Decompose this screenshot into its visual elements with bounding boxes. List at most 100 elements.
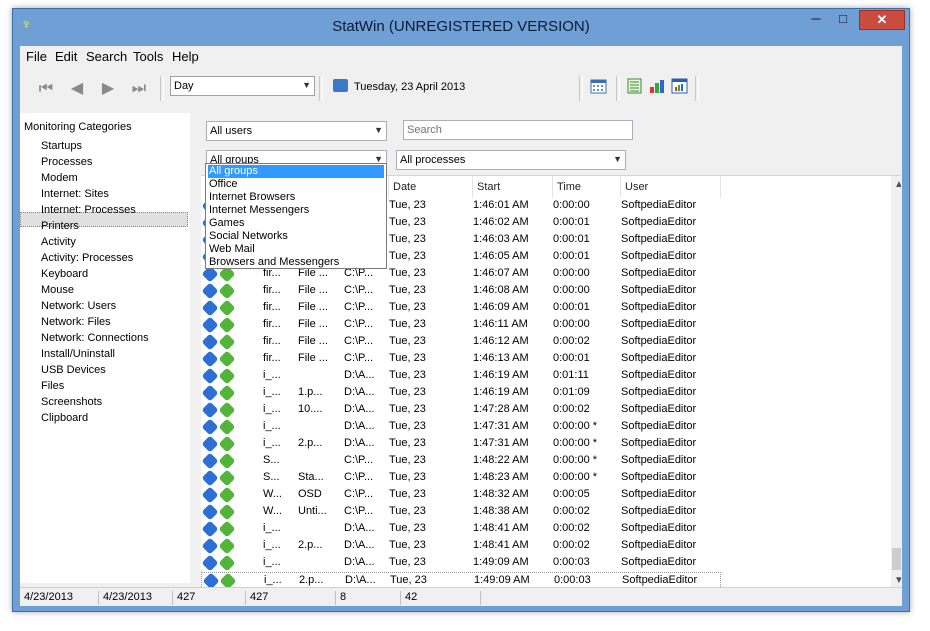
- chevron-down-icon: ▼: [302, 80, 311, 90]
- table-cell: SoftpediaEditor: [621, 437, 697, 449]
- table-cell: SoftpediaEditor: [621, 403, 697, 415]
- table-cell: Tue, 23: [389, 352, 426, 364]
- tree-item[interactable]: Internet: Processes: [41, 204, 136, 216]
- column-header-date[interactable]: Date: [389, 176, 473, 198]
- close-button[interactable]: ✕: [859, 10, 905, 30]
- table-cell: 1:46:03 AM: [473, 233, 529, 245]
- group-option[interactable]: Internet Messengers: [208, 204, 384, 217]
- table-cell: 0:00:00 *: [553, 420, 598, 432]
- column-header-start[interactable]: Start: [473, 176, 553, 198]
- tree-item[interactable]: Internet: Sites: [41, 188, 109, 200]
- group-option[interactable]: Web Mail: [208, 243, 384, 256]
- table-cell: 1:48:32 AM: [473, 488, 529, 500]
- table-cell: fir...: [263, 335, 281, 347]
- table-row[interactable]: fir... File ... C:\P... Tue, 23 1:46:13 AM 0:…: [201, 350, 891, 368]
- process-tag-icon: [201, 469, 219, 487]
- tree-item[interactable]: Activity: Processes: [41, 252, 133, 264]
- column-header-time[interactable]: Time: [553, 176, 621, 198]
- tree-item[interactable]: Mouse: [41, 284, 74, 296]
- menu-edit[interactable]: Edit: [55, 49, 77, 64]
- tree-item[interactable]: Network: Users: [41, 300, 116, 312]
- tree-item[interactable]: Modem: [41, 172, 78, 184]
- table-cell: 0:00:01: [553, 352, 590, 364]
- table-row[interactable]: S... Sta... C:\P... Tue, 23 1:48:23 AM 0:00:0…: [201, 469, 891, 487]
- table-cell: 1:47:31 AM: [473, 420, 529, 432]
- tree-item[interactable]: Install/Uninstall: [41, 348, 115, 360]
- calendar-icon[interactable]: [590, 78, 607, 94]
- tree-item[interactable]: Keyboard: [41, 268, 88, 280]
- group-option[interactable]: Games: [208, 217, 384, 230]
- groups-dropdown-list: All groups Office Internet Browsers Interne…: [205, 163, 387, 269]
- process-tag-icon: [201, 554, 219, 572]
- processes-filter-select[interactable]: All processes ▼: [396, 150, 626, 170]
- chart-window-icon[interactable]: [671, 78, 688, 94]
- table-row[interactable]: i_... 10.... D:\A... Tue, 23 1:47:28 AM 0:00:…: [201, 401, 891, 419]
- list-view-icon[interactable]: [626, 78, 643, 94]
- table-row[interactable]: fir... File ... C:\P... Tue, 23 1:46:08 AM 0:…: [201, 282, 891, 300]
- forward-icon[interactable]: ▶: [98, 79, 118, 99]
- minimize-button[interactable]: ─: [803, 10, 829, 30]
- menu-tools[interactable]: Tools: [133, 49, 163, 64]
- maximize-button[interactable]: □: [830, 10, 856, 30]
- table-cell: 1:47:28 AM: [473, 403, 529, 415]
- table-cell: Tue, 23: [389, 267, 426, 279]
- table-cell: 0:00:01: [553, 301, 590, 313]
- tree-item[interactable]: Network: Connections: [41, 332, 149, 344]
- group-option[interactable]: All groups: [208, 165, 384, 178]
- tree-item[interactable]: Screenshots: [41, 396, 102, 408]
- table-cell: SoftpediaEditor: [621, 335, 697, 347]
- table-cell: 2.p...: [299, 574, 324, 586]
- status-date-to: 4/23/2013: [99, 591, 173, 605]
- table-cell: File ...: [298, 301, 328, 313]
- scroll-down-icon[interactable]: ▼: [893, 575, 901, 587]
- scroll-up-icon[interactable]: ▲: [893, 179, 901, 191]
- tree-root-label[interactable]: Monitoring Categories: [24, 121, 132, 133]
- tree-item[interactable]: USB Devices: [41, 364, 106, 376]
- column-header-user[interactable]: User: [621, 176, 721, 198]
- table-row[interactable]: fir... File ... C:\P... Tue, 23 1:46:11 AM 0:…: [201, 316, 891, 334]
- group-option[interactable]: Social Networks: [208, 230, 384, 243]
- tree-item[interactable]: Clipboard: [41, 412, 88, 424]
- tree-item[interactable]: Network: Files: [41, 316, 111, 328]
- table-cell: i_...: [263, 420, 281, 432]
- table-row[interactable]: i_... 2.p... D:\A... Tue, 23 1:47:31 AM 0:00:…: [201, 435, 891, 453]
- users-filter-select[interactable]: All users ▼: [206, 121, 387, 141]
- tree-item[interactable]: Printers: [41, 220, 79, 232]
- table-row[interactable]: fir... File ... C:\P... Tue, 23 1:46:09 AM 0:…: [201, 299, 891, 317]
- table-cell: SoftpediaEditor: [621, 369, 697, 381]
- group-option[interactable]: Browsers and Messengers: [208, 256, 384, 269]
- tree-item[interactable]: Activity: [41, 236, 76, 248]
- vertical-scrollbar[interactable]: ▲ ▼: [891, 176, 901, 590]
- tree-item[interactable]: Files: [41, 380, 64, 392]
- table-cell: SoftpediaEditor: [622, 574, 698, 586]
- group-option[interactable]: Internet Browsers: [208, 191, 384, 204]
- search-input[interactable]: [403, 120, 633, 140]
- table-row[interactable]: i_... D:\A... Tue, 23 1:46:19 AM 0:01:11 Soft…: [201, 367, 891, 385]
- back-icon[interactable]: ◀: [67, 79, 87, 99]
- table-row[interactable]: i_... 1.p... D:\A... Tue, 23 1:46:19 AM 0:01:…: [201, 384, 891, 402]
- menu-help[interactable]: Help: [172, 49, 199, 64]
- last-icon[interactable]: ⏭: [129, 79, 149, 99]
- table-row[interactable]: W... OSD C:\P... Tue, 23 1:48:32 AM 0:00:05 So…: [201, 486, 891, 504]
- bar-chart-icon[interactable]: [648, 78, 665, 94]
- scrollbar-thumb[interactable]: [892, 548, 901, 570]
- first-icon[interactable]: ⏮: [36, 79, 56, 99]
- table-cell: D:\A...: [344, 403, 375, 415]
- date-picker-button[interactable]: Tuesday, 23 April 2013: [324, 76, 576, 98]
- table-row[interactable]: i_... D:\A... Tue, 23 1:49:09 AM 0:00:03 Soft…: [201, 554, 891, 572]
- toolbar: ⏮ ◀ ▶ ⏭ Day ▼ Tuesday, 23 April 2013: [20, 72, 902, 104]
- menu-file[interactable]: File: [26, 49, 47, 64]
- table-row[interactable]: i_... D:\A... Tue, 23 1:47:31 AM 0:00:00 * So…: [201, 418, 891, 436]
- table-row[interactable]: i_... D:\A... Tue, 23 1:48:41 AM 0:00:02 Soft…: [201, 520, 891, 538]
- table-row[interactable]: i_... 2.p... D:\A... Tue, 23 1:48:41 AM 0:00:…: [201, 537, 891, 555]
- table-cell: Tue, 23: [389, 250, 426, 262]
- menu-search[interactable]: Search: [86, 49, 127, 64]
- table-row[interactable]: S... C:\P... Tue, 23 1:48:22 AM 0:00:00 * Sof…: [201, 452, 891, 470]
- table-row[interactable]: fir... File ... C:\P... Tue, 23 1:46:12 AM 0:…: [201, 333, 891, 351]
- range-select[interactable]: Day ▼: [170, 76, 315, 96]
- tree-item[interactable]: Processes: [41, 156, 92, 168]
- title-bar[interactable]: ♆ StatWin (UNREGISTERED VERSION) ─ □ ✕: [13, 9, 909, 46]
- table-row[interactable]: W... Unti... C:\P... Tue, 23 1:48:38 AM 0:00:…: [201, 503, 891, 521]
- tree-item[interactable]: Startups: [41, 140, 82, 152]
- group-option[interactable]: Office: [208, 178, 384, 191]
